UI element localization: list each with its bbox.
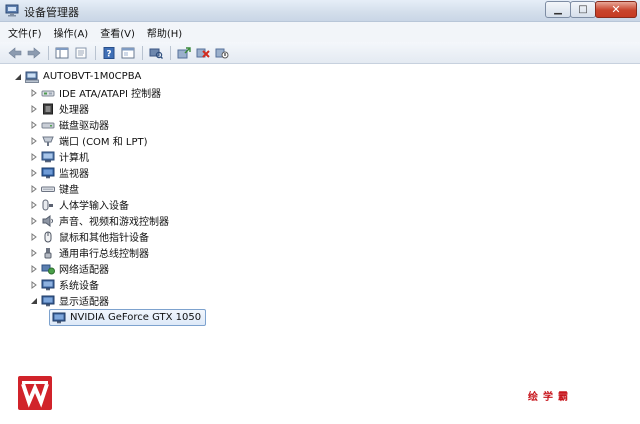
tree-item-label: 计算机	[59, 153, 89, 164]
tree-item-label: 通用串行总线控制器	[59, 249, 149, 260]
computer-icon	[41, 150, 55, 163]
expand-arrow-icon[interactable]	[30, 88, 38, 97]
menu-help[interactable]: 帮助(H)	[147, 25, 182, 40]
selected-device[interactable]: NVIDIA GeForce GTX 1050	[49, 309, 207, 326]
processor-icon	[41, 102, 55, 115]
watermark-logo	[18, 376, 52, 410]
device-manager-icon	[5, 4, 19, 17]
display-adapter-icon	[52, 311, 66, 324]
collapse-arrow-icon[interactable]	[14, 73, 22, 81]
forward-icon[interactable]	[25, 45, 43, 61]
expand-arrow-icon[interactable]	[30, 264, 38, 273]
expand-arrow-icon[interactable]	[30, 104, 38, 113]
menu-file[interactable]: 文件(F)	[8, 25, 42, 40]
tree-item-label: 网络适配器	[59, 265, 109, 276]
tree-item-port[interactable]: 端口 (COM 和 LPT)	[30, 133, 148, 148]
tree-item-gpu[interactable]: NVIDIA GeForce GTX 1050	[49, 309, 207, 326]
close-button[interactable]: ✕	[595, 1, 637, 18]
watermark-text: 绘学霸	[528, 392, 573, 403]
maximize-button[interactable]: □	[570, 1, 596, 18]
expand-arrow-icon[interactable]	[30, 120, 38, 129]
tree-item-ide[interactable]: IDE ATA/ATAPI 控制器	[30, 85, 161, 100]
tree-item-label: 端口 (COM 和 LPT)	[59, 137, 148, 148]
tree-item-hid[interactable]: 人体学输入设备	[30, 197, 129, 212]
tree-item-label: 处理器	[59, 105, 89, 116]
tree-item-usb[interactable]: 通用串行总线控制器	[30, 245, 149, 260]
tree-item-network[interactable]: 网络适配器	[30, 261, 109, 276]
tree-item-label: 声音、视频和游戏控制器	[59, 217, 169, 228]
usb-icon	[41, 246, 55, 259]
update-driver-icon[interactable]	[175, 45, 193, 61]
toolbar-separator	[48, 45, 49, 60]
tree-item-computer[interactable]: 计算机	[30, 149, 89, 164]
svg-text:?: ?	[106, 49, 111, 59]
collapse-arrow-icon[interactable]	[30, 297, 38, 305]
toolbar-separator	[142, 45, 143, 60]
expand-arrow-icon[interactable]	[30, 152, 38, 161]
tree-item-label: 人体学输入设备	[59, 201, 129, 212]
expand-arrow-icon[interactable]	[30, 280, 38, 289]
expand-arrow-icon[interactable]	[30, 184, 38, 193]
window-controls: ▁ □ ✕	[545, 1, 637, 19]
device-tree[interactable]: AUTOBVT-1M0CPBA IDE ATA/ATAPI 控制器 处理器 磁盘…	[0, 65, 640, 424]
hid-icon	[41, 198, 55, 211]
disable-icon[interactable]	[213, 45, 231, 61]
view-icon[interactable]	[119, 45, 137, 61]
tree-item-sound[interactable]: 声音、视频和游戏控制器	[30, 213, 169, 228]
network-adapter-icon	[41, 262, 55, 275]
ide-controller-icon	[41, 86, 55, 99]
expand-arrow-icon[interactable]	[30, 248, 38, 257]
expand-arrow-icon[interactable]	[30, 136, 38, 145]
tree-item-label: 键盘	[59, 185, 79, 196]
menu-action[interactable]: 操作(A)	[54, 25, 89, 40]
tree-item-display[interactable]: 显示适配器	[30, 293, 109, 308]
tree-item-label: IDE ATA/ATAPI 控制器	[59, 89, 162, 100]
tree-item-label: 显示适配器	[59, 297, 109, 308]
console-tree-icon[interactable]	[53, 45, 71, 61]
keyboard-icon	[41, 182, 55, 195]
tree-item-system[interactable]: 系统设备	[30, 277, 99, 292]
system-device-icon	[41, 278, 55, 291]
tree-item-label: 系统设备	[59, 281, 99, 292]
tree-item-processor[interactable]: 处理器	[30, 101, 89, 116]
scan-hardware-icon[interactable]	[147, 45, 165, 61]
expand-arrow-icon[interactable]	[30, 216, 38, 225]
sound-icon	[41, 214, 55, 227]
tree-root[interactable]: AUTOBVT-1M0CPBA	[14, 69, 141, 84]
expand-arrow-icon[interactable]	[30, 200, 38, 209]
tree-item-mouse[interactable]: 鼠标和其他指针设备	[30, 229, 149, 244]
disk-drive-icon	[41, 118, 55, 131]
toolbar-separator	[170, 45, 171, 60]
computer-name: AUTOBVT-1M0CPBA	[43, 71, 142, 82]
tree-item-label: 鼠标和其他指针设备	[59, 233, 149, 244]
tree-item-label: 监视器	[59, 169, 89, 180]
computer-icon	[25, 70, 39, 83]
menu-bar: 文件(F) 操作(A) 查看(V) 帮助(H)	[0, 22, 640, 42]
display-adapter-icon	[41, 294, 55, 307]
tree-item-monitor[interactable]: 监视器	[30, 165, 89, 180]
toolbar-separator	[95, 45, 96, 60]
minimize-button[interactable]: ▁	[545, 1, 571, 18]
tree-item-keyboard[interactable]: 键盘	[30, 181, 79, 196]
tree-item-disk[interactable]: 磁盘驱动器	[30, 117, 109, 132]
help-icon[interactable]: ?	[100, 45, 118, 61]
uninstall-icon[interactable]	[194, 45, 212, 61]
tree-item-label: 磁盘驱动器	[59, 121, 109, 132]
tree-item-label: NVIDIA GeForce GTX 1050	[70, 312, 202, 323]
window-title: 设备管理器	[24, 6, 79, 19]
back-icon[interactable]	[6, 45, 24, 61]
monitor-icon	[41, 166, 55, 179]
port-icon	[41, 134, 55, 147]
menu-view[interactable]: 查看(V)	[100, 25, 135, 40]
toolbar: ?	[0, 42, 640, 64]
mouse-icon	[41, 230, 55, 243]
properties-icon[interactable]	[72, 45, 90, 61]
expand-arrow-icon[interactable]	[30, 168, 38, 177]
expand-arrow-icon[interactable]	[30, 232, 38, 241]
title-bar: 设备管理器 ▁ □ ✕	[0, 0, 640, 22]
